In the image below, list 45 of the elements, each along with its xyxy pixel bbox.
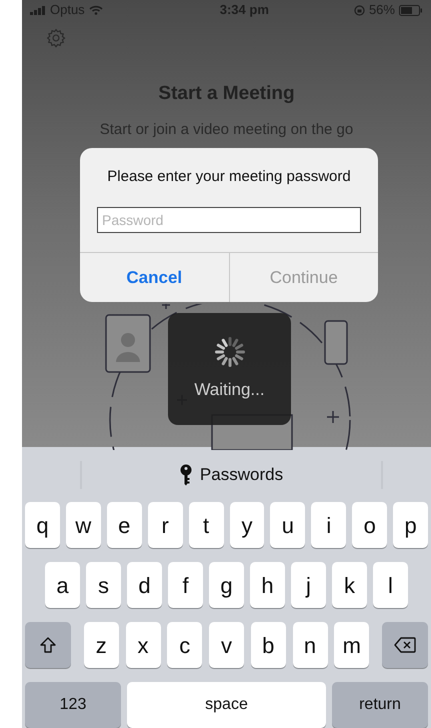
- letter-key[interactable]: v: [209, 622, 244, 668]
- letter-key[interactable]: d: [127, 562, 162, 608]
- password-field[interactable]: Password: [97, 206, 361, 232]
- letter-key[interactable]: i: [311, 502, 346, 548]
- letter-key[interactable]: w: [66, 502, 101, 548]
- rotation-lock-icon: [354, 4, 365, 16]
- letter-key[interactable]: k: [332, 562, 367, 608]
- letter-key[interactable]: e: [106, 502, 142, 548]
- letter-key[interactable]: f: [168, 562, 203, 608]
- numbers-key[interactable]: 123: [25, 682, 121, 728]
- letter-key[interactable]: o: [352, 502, 388, 548]
- space-key[interactable]: space: [127, 682, 326, 728]
- letter-key[interactable]: p: [393, 502, 428, 548]
- waiting-label: Waiting...: [194, 379, 265, 402]
- shift-arrow-icon: [39, 636, 57, 654]
- dialog-message: Please enter your meeting password: [106, 167, 352, 187]
- letter-key[interactable]: u: [270, 502, 306, 548]
- wifi-icon: [88, 5, 103, 15]
- letter-key[interactable]: j: [291, 562, 326, 608]
- letter-key[interactable]: a: [45, 562, 80, 608]
- shift-key[interactable]: [25, 622, 71, 668]
- letter-key[interactable]: t: [188, 502, 224, 548]
- cancel-button[interactable]: Cancel: [80, 253, 228, 302]
- letter-key[interactable]: m: [334, 622, 370, 668]
- letter-key[interactable]: q: [25, 502, 60, 548]
- letter-key[interactable]: g: [209, 562, 244, 608]
- passwords-suggestion[interactable]: Passwords: [82, 462, 381, 488]
- letter-key[interactable]: z: [84, 622, 119, 668]
- letter-key[interactable]: h: [250, 562, 285, 608]
- letter-key[interactable]: x: [126, 622, 160, 668]
- letter-key[interactable]: b: [250, 622, 286, 668]
- spinner-icon: [212, 335, 246, 370]
- signal-icon: [30, 6, 46, 14]
- backspace-icon: [394, 637, 416, 653]
- letter-key[interactable]: s: [86, 562, 121, 608]
- return-key[interactable]: return: [332, 682, 428, 728]
- delete-key[interactable]: [382, 622, 428, 668]
- letter-key[interactable]: l: [373, 562, 408, 608]
- letter-key[interactable]: c: [167, 622, 202, 668]
- letter-key[interactable]: r: [148, 502, 183, 548]
- battery-icon: [398, 4, 423, 16]
- screen-heading: Start a Meeting: [158, 82, 295, 106]
- letter-key[interactable]: n: [292, 622, 328, 668]
- key-icon: [180, 464, 192, 486]
- letter-key[interactable]: y: [230, 502, 264, 548]
